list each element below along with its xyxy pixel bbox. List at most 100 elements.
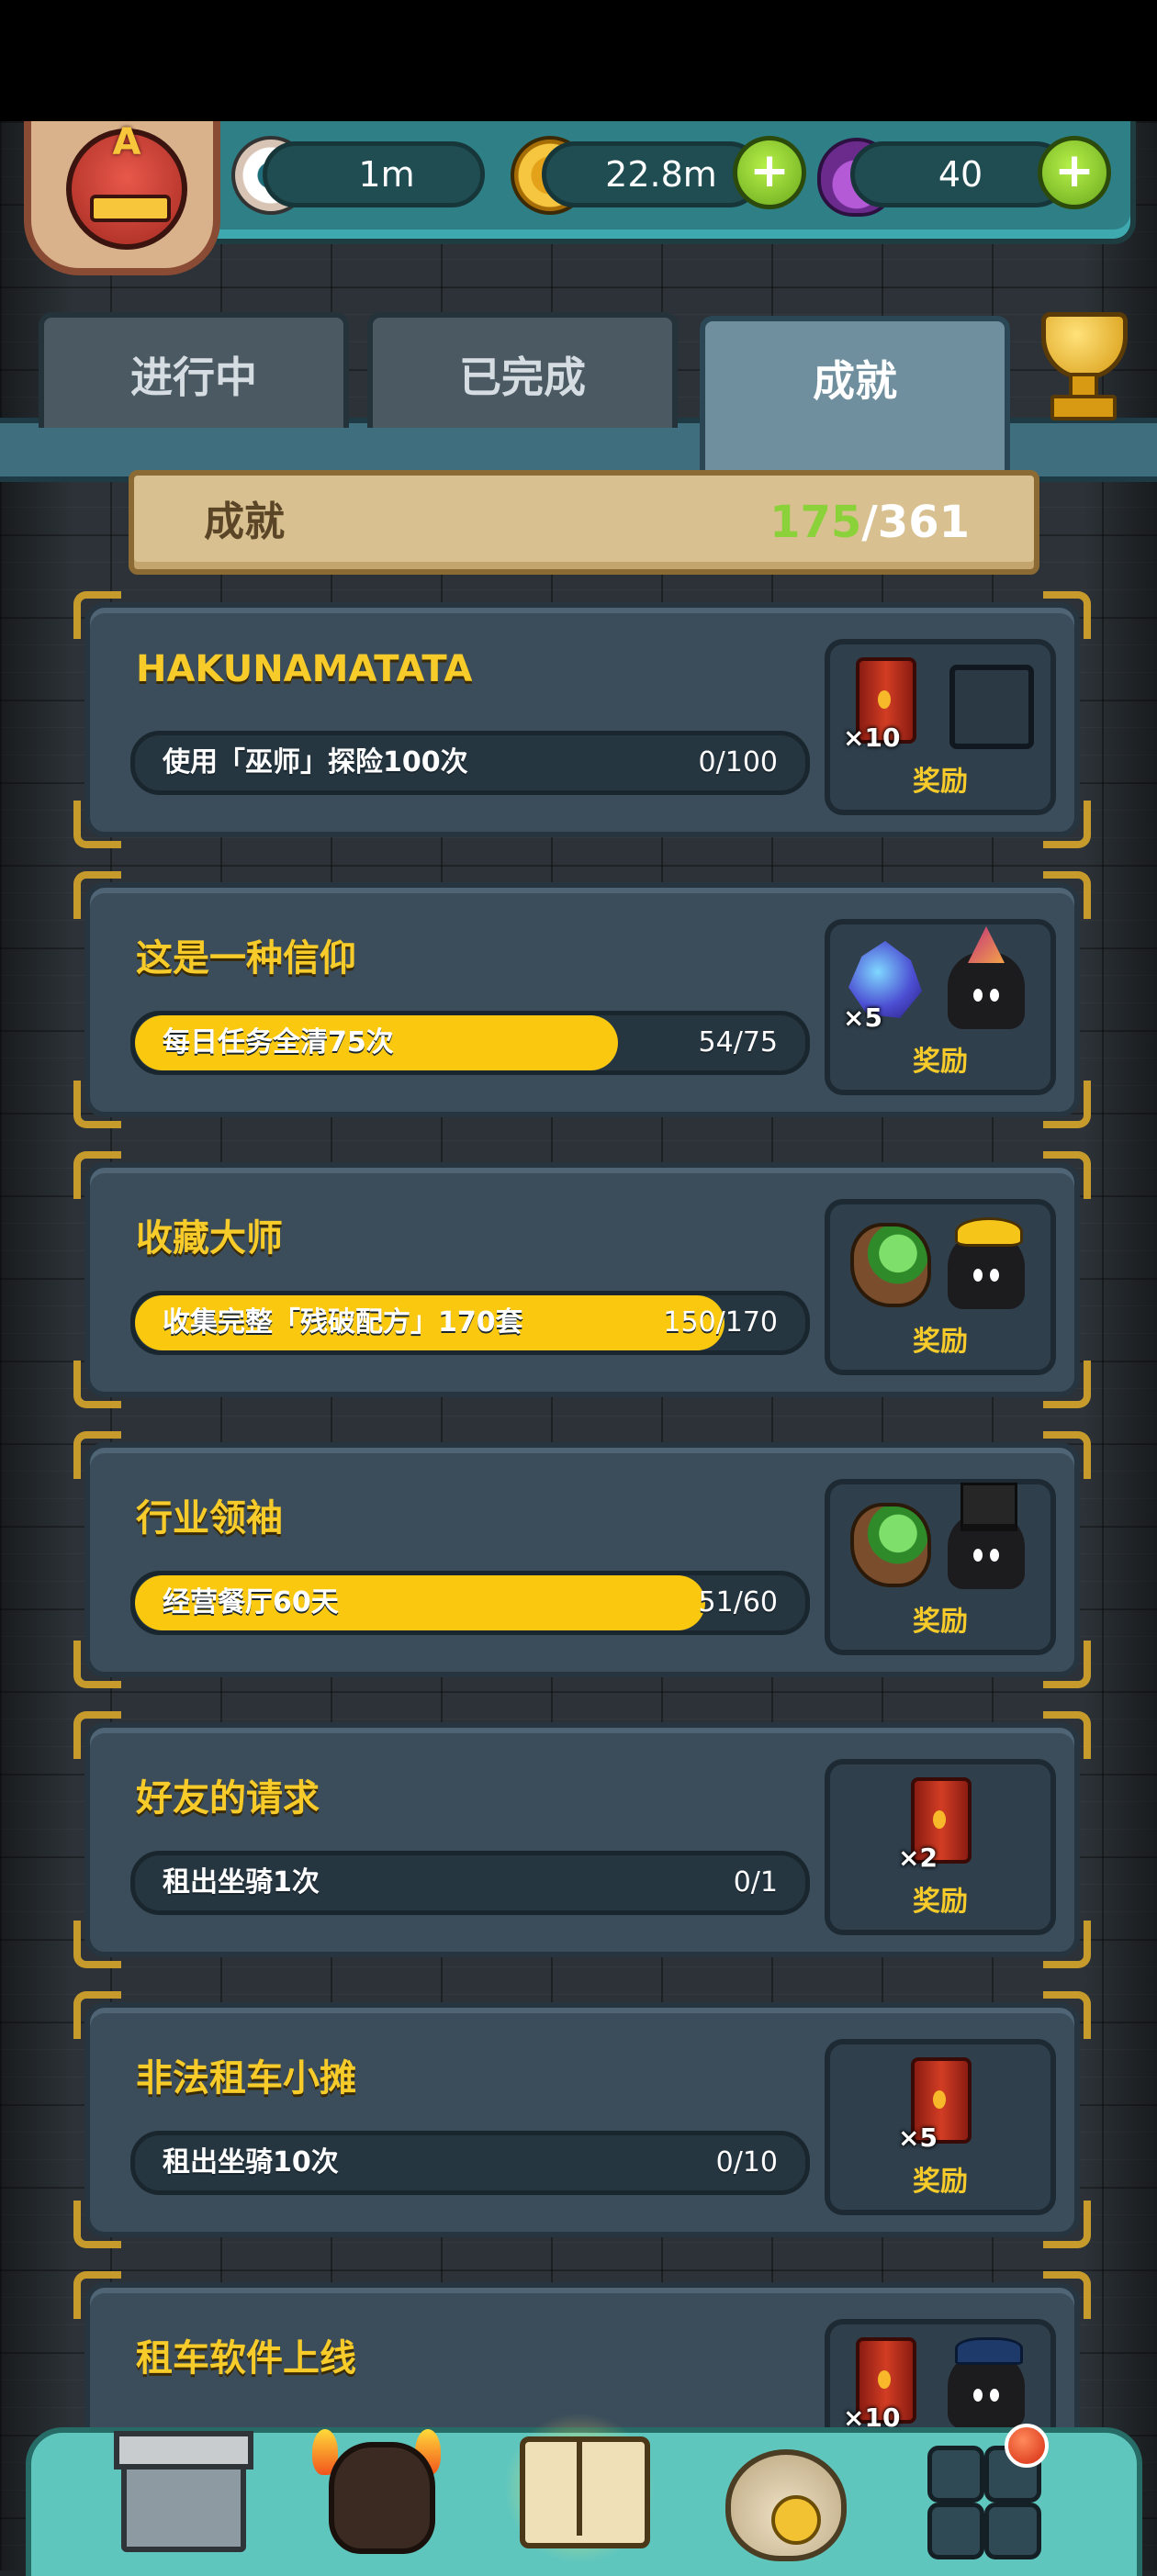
card-corner-ornament	[73, 591, 121, 639]
achievement-progress-text: 54/75	[698, 1026, 778, 1058]
trophy-cup	[1041, 312, 1128, 380]
reward-label: 奖励	[913, 1326, 968, 1358]
book-spine	[577, 2440, 582, 2536]
party-hat-monster-icon-art	[948, 952, 1025, 1029]
grid-menu-icon[interactable]	[918, 2422, 1049, 2559]
potion-counter: 40	[850, 141, 1069, 207]
money-bag-icon[interactable]	[716, 2422, 847, 2561]
crystal-icon: ×5	[843, 932, 927, 1033]
barrel-icon: ×10	[843, 652, 927, 753]
add-coins-button[interactable]: +	[733, 136, 806, 209]
trophy-base	[1050, 395, 1117, 420]
achievement-task: 经营餐厅60天	[163, 1586, 339, 1618]
monster-icon[interactable]	[312, 2422, 441, 2559]
notification-badge	[1005, 2424, 1049, 2468]
player-avatar[interactable]: A	[24, 121, 220, 275]
card-corner-ornament	[73, 801, 121, 848]
reward-count: ×10	[843, 722, 901, 753]
herb-icon	[843, 1212, 931, 1313]
card-corner-ornament	[73, 1991, 121, 2039]
achievement-progress-text: 150/170	[663, 1306, 778, 1338]
achievement-card: HAKUNAMATATA 使用「巫师」探险100次 0/100 ×10 奖励	[73, 591, 1091, 848]
reward-count: ×5	[898, 2122, 938, 2153]
card-corner-ornament	[1043, 1711, 1091, 1759]
reward-box[interactable]: 奖励	[825, 1199, 1056, 1375]
card-corner-ornament	[73, 871, 121, 919]
grid-cell-1	[927, 2446, 984, 2503]
achievement-progress-text: 0/100	[698, 746, 778, 778]
reward-box[interactable]: ×5 奖励	[825, 919, 1056, 1095]
tab-achievements[interactable]: 成就	[700, 316, 1010, 479]
achievement-progress-bar: 使用「巫师」探险100次 0/100	[130, 731, 810, 795]
achievement-title: 行业领袖	[136, 1497, 283, 1540]
coin-counter: 22.8m	[542, 141, 762, 207]
tab-completed[interactable]: 已完成	[367, 312, 678, 428]
reward-label: 奖励	[913, 1046, 968, 1078]
monster-hat	[955, 1217, 1023, 1247]
gold-hat-monster-icon	[942, 1212, 1027, 1313]
achievement-progress-text: 0/1	[733, 1866, 778, 1898]
card-corner-ornament	[73, 2201, 121, 2248]
reward-label: 奖励	[913, 766, 968, 798]
shop-icon[interactable]	[114, 2422, 253, 2559]
monster-hat	[960, 1483, 1017, 1531]
card-corner-ornament	[73, 2271, 121, 2319]
achievement-card: 收藏大师收集完整「残破配方」170套 150/170 奖励	[73, 1151, 1091, 1408]
card-corner-ornament	[1043, 591, 1091, 639]
reward-label: 奖励	[913, 1886, 968, 1918]
tab-in-progress[interactable]: 进行中	[39, 312, 349, 428]
achievement-card: 这是一种信仰 每日任务全清75次 54/75 ×5 奖励	[73, 871, 1091, 1128]
card-corner-ornament	[73, 1081, 121, 1128]
resource-bar: 1m 22.8m + 40 +	[184, 121, 1136, 244]
achievement-progress-bar: 经营餐厅60天 51/60	[130, 1571, 810, 1635]
book-pages	[520, 2436, 650, 2548]
empty-frame-icon-art	[949, 665, 1034, 749]
card-corner-ornament	[1043, 1991, 1091, 2039]
achievement-task: 每日任务全清75次	[163, 1026, 394, 1058]
achievement-progress-bar: 租出坐骑10次 0/10	[130, 2131, 810, 2195]
barrel-icon: ×5	[898, 2052, 983, 2153]
grid-cell-4	[984, 2503, 1041, 2559]
reward-box[interactable]: ×10 奖励	[825, 639, 1056, 815]
book-icon[interactable]	[501, 2414, 657, 2561]
achievement-task: 收集完整「残破配方」170套	[163, 1306, 523, 1338]
reward-box[interactable]: 奖励	[825, 1479, 1056, 1655]
reward-box[interactable]: ×5 奖励	[825, 2039, 1056, 2215]
herb-icon-art	[850, 1503, 931, 1587]
barrel-icon: ×2	[898, 1772, 983, 1873]
card-corner-ornament	[73, 1361, 121, 1408]
achievement-title: 租车软件上线	[136, 2337, 356, 2380]
herb-icon-art	[850, 1223, 931, 1307]
avatar-rank-letter: A	[112, 121, 141, 163]
card-corner-ornament	[1043, 1151, 1091, 1199]
achievement-card: 好友的请求 租出坐骑1次 0/1 ×2 奖励	[73, 1711, 1091, 1968]
achievement-summary-banner: 成就 175/361	[129, 470, 1039, 575]
add-potions-button[interactable]: +	[1038, 136, 1111, 209]
achievement-progress-bar: 收集完整「残破配方」170套 150/170	[130, 1291, 810, 1355]
achievement-card: 行业领袖经营餐厅60天 51/60 奖励	[73, 1431, 1091, 1688]
wall-shade-right	[1084, 121, 1157, 2570]
herb-icon	[843, 1492, 931, 1593]
achievement-total-count: 361	[877, 497, 970, 548]
avatar-teeth	[90, 195, 171, 222]
achievement-title: 非法租车小摊	[136, 2057, 356, 2100]
monster-body	[329, 2442, 435, 2554]
card-corner-ornament	[73, 1151, 121, 1199]
potion-value: 40	[938, 154, 983, 195]
achievement-title: 收藏大师	[136, 1217, 283, 1260]
trophy-icon[interactable]	[1028, 312, 1131, 420]
achievement-progress-text: 0/10	[715, 2146, 778, 2178]
reward-box[interactable]: ×2 奖励	[825, 1759, 1056, 1935]
wall-shade-left	[0, 121, 73, 2570]
eyeball-counter: 1m	[263, 141, 485, 207]
achievement-task: 租出坐骑1次	[163, 1866, 320, 1898]
reward-count: ×5	[843, 1002, 882, 1033]
achievement-task: 租出坐骑10次	[163, 2146, 339, 2178]
empty-frame-icon	[942, 652, 1034, 753]
achievement-task: 使用「巫师」探险100次	[163, 746, 468, 778]
party-hat-monster-icon	[942, 926, 1027, 1033]
barrel-icon: ×10	[843, 2332, 927, 2433]
card-corner-ornament	[73, 1431, 121, 1479]
shop-roof	[114, 2431, 253, 2470]
achievement-completed-count: 175	[769, 497, 862, 548]
